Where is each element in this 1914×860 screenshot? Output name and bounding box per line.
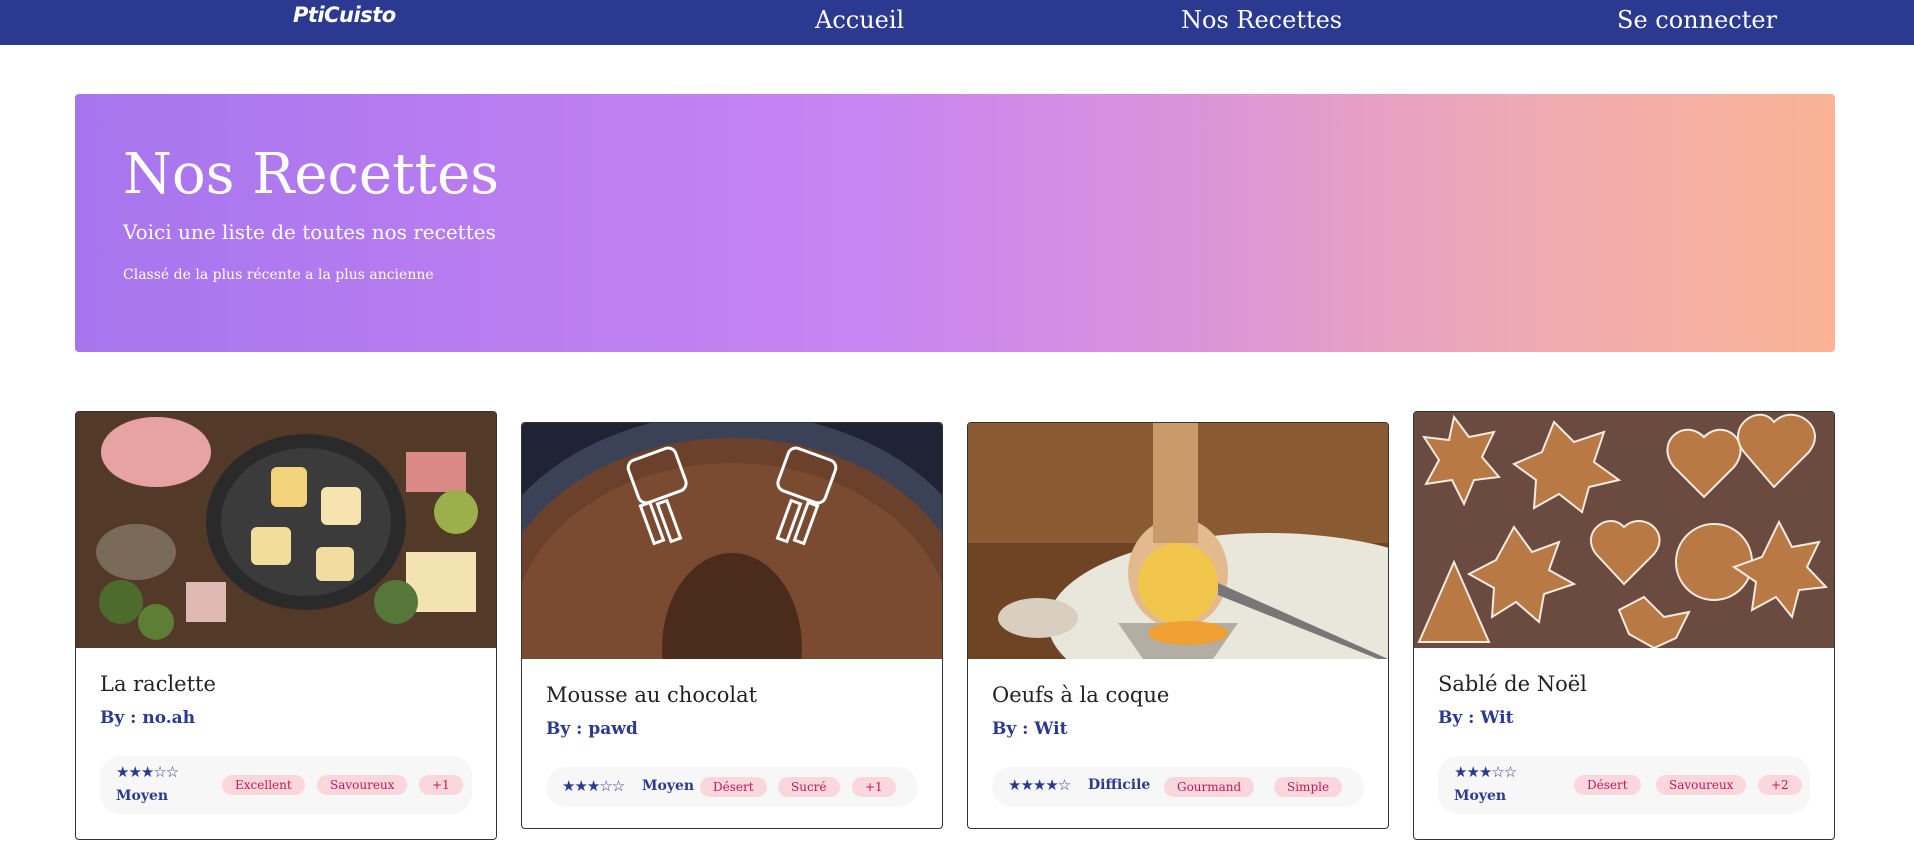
rating-stars: ★★★☆☆ — [562, 777, 625, 795]
recipe-title[interactable]: Oeufs à la coque — [992, 683, 1169, 707]
difficulty-level: Difficile — [1088, 777, 1151, 793]
tag[interactable]: Savoureux — [1656, 775, 1747, 795]
difficulty-level: Moyen — [116, 788, 169, 804]
recipe-footer: ★★★☆☆ Moyen Excellent Savoureux +1 — [100, 756, 472, 814]
recipe-footer: ★★★☆☆ Moyen Désert Sucré +1 — [546, 767, 918, 807]
recipe-card[interactable]: La raclette By : no.ah ★★★☆☆ Moyen Excel… — [75, 411, 497, 840]
nav-link-accueil[interactable]: Accueil — [815, 6, 904, 34]
recipe-image-oeufs — [968, 423, 1388, 659]
page-title: Nos Recettes — [123, 142, 499, 207]
difficulty-level: Moyen — [1454, 788, 1507, 804]
tag[interactable]: Simple — [1274, 777, 1343, 797]
recipe-author: By : Wit — [992, 719, 1068, 739]
recipe-image-mousse — [522, 423, 942, 659]
sort-note: Classé de la plus récente a la plus anci… — [123, 267, 434, 283]
tag-more[interactable]: +2 — [1758, 775, 1802, 795]
difficulty-level: Moyen — [642, 778, 695, 794]
hero-banner: Nos Recettes Voici une liste de toutes n… — [75, 94, 1835, 352]
recipe-image-raclette — [76, 412, 496, 648]
nav-link-nos-recettes[interactable]: Nos Recettes — [1181, 6, 1342, 34]
rating-stars: ★★★☆☆ — [116, 763, 179, 781]
tag[interactable]: Excellent — [222, 775, 305, 795]
recipe-card[interactable]: Oeufs à la coque By : Wit ★★★★☆ Difficil… — [967, 422, 1389, 829]
recipe-title[interactable]: La raclette — [100, 672, 216, 696]
recipe-title[interactable]: Sablé de Noël — [1438, 672, 1587, 696]
brand-logo[interactable]: PtiCuisto — [293, 3, 396, 27]
recipe-footer: ★★★★☆ Difficile Gourmand Simple — [992, 767, 1364, 807]
tag[interactable]: Savoureux — [317, 775, 408, 795]
recipe-author: By : no.ah — [100, 708, 196, 728]
tag[interactable]: Gourmand — [1164, 777, 1255, 797]
recipe-footer: ★★★☆☆ Moyen Désert Savoureux +2 — [1438, 756, 1810, 814]
tag-more[interactable]: +1 — [419, 775, 463, 795]
tag-more[interactable]: +1 — [852, 777, 896, 797]
recipe-author: By : Wit — [1438, 708, 1514, 728]
recipe-author: By : pawd — [546, 719, 638, 739]
rating-stars: ★★★★☆ — [1008, 776, 1071, 794]
page-subtitle: Voici une liste de toutes nos recettes — [123, 220, 496, 244]
recipe-image-sable — [1414, 412, 1834, 648]
top-navbar: PtiCuisto Accueil Nos Recettes Se connec… — [0, 0, 1914, 45]
rating-stars: ★★★☆☆ — [1454, 763, 1517, 781]
recipe-title[interactable]: Mousse au chocolat — [546, 683, 757, 707]
nav-link-se-connecter[interactable]: Se connecter — [1617, 6, 1777, 34]
tag[interactable]: Désert — [1574, 775, 1641, 795]
recipe-card[interactable]: Sablé de Noël By : Wit ★★★☆☆ Moyen Déser… — [1413, 411, 1835, 840]
recipe-card[interactable]: Mousse au chocolat By : pawd ★★★☆☆ Moyen… — [521, 422, 943, 829]
tag[interactable]: Désert — [700, 777, 767, 797]
tag[interactable]: Sucré — [778, 777, 840, 797]
